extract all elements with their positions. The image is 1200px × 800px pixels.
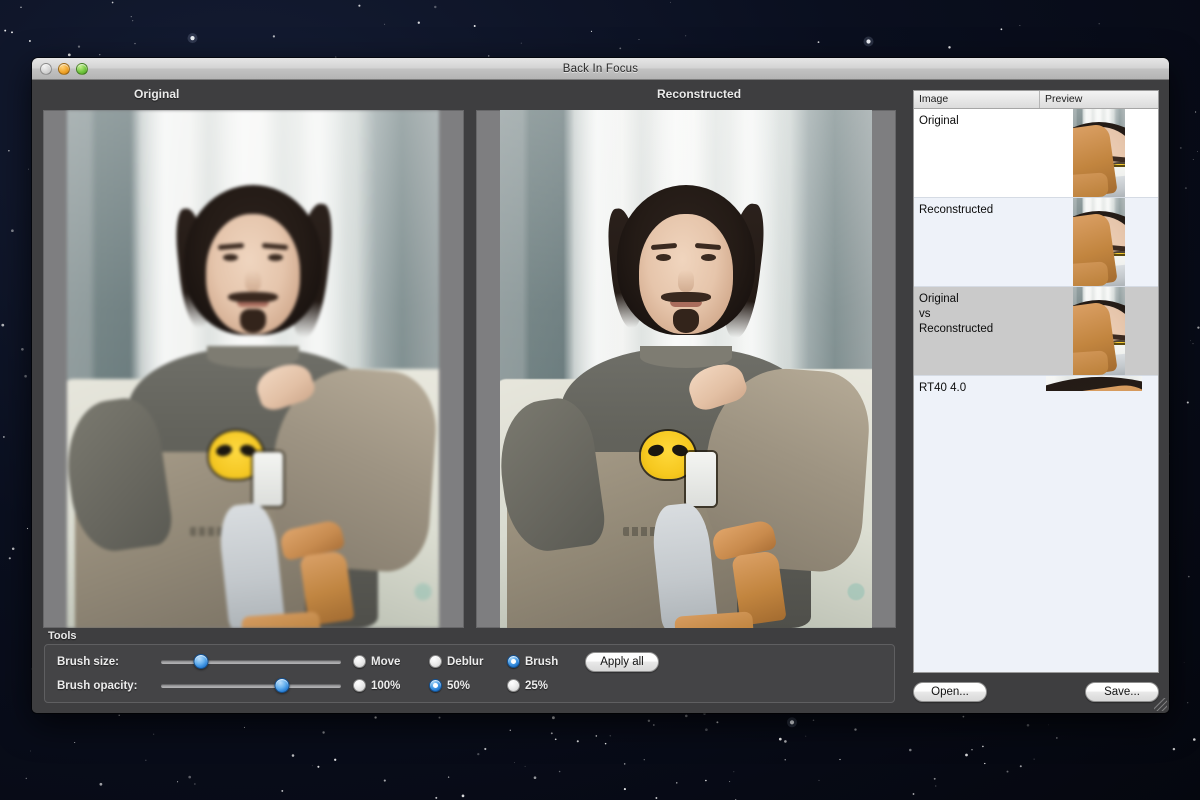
mode-radio-move-label: Move	[371, 655, 401, 668]
radio-dot-icon	[353, 655, 366, 668]
opacity-radio-25[interactable]: 25%	[507, 679, 569, 692]
column-header-preview[interactable]: Preview	[1040, 91, 1158, 108]
opacity-radios: 100% 50% 25%	[353, 679, 569, 692]
original-pane-label: Original	[134, 87, 180, 101]
brush-opacity-label: Brush opacity:	[57, 679, 138, 692]
table-row[interactable]: Reconstructed	[914, 198, 1158, 287]
reconstructed-pane-label: Reconstructed	[657, 87, 742, 101]
column-header-image[interactable]: Image	[914, 91, 1040, 108]
image-list[interactable]: Image Preview Original Reconstructed Ori…	[913, 90, 1159, 673]
pane-label-bar: Original Reconstructed	[32, 80, 907, 110]
table-row[interactable]: Original vs Reconstructed	[914, 287, 1158, 376]
opacity-radio-50[interactable]: 50%	[429, 679, 507, 692]
tools-groupbox: Brush size: Move Deblur Brush Apply all …	[44, 644, 895, 703]
list-item-preview	[1040, 109, 1158, 197]
image-list-header: Image Preview	[914, 91, 1158, 109]
zoom-button[interactable]	[76, 62, 88, 75]
brush-size-row: Brush size: Move Deblur Brush Apply all	[57, 651, 884, 672]
application-window: Back In Focus Original Reconstructed Too…	[32, 58, 1169, 713]
window-title: Back In Focus	[562, 62, 639, 75]
resize-grip[interactable]	[1154, 698, 1167, 711]
mode-radio-deblur-label: Deblur	[447, 655, 484, 668]
radio-dot-icon	[507, 679, 520, 692]
table-row[interactable]: RT40 4.0	[914, 376, 1158, 391]
window-controls	[40, 62, 88, 75]
original-photo	[67, 110, 440, 628]
tools-group-title: Tools	[48, 630, 77, 642]
opacity-radio-25-label: 25%	[525, 679, 549, 692]
image-list-empty-area	[914, 390, 1158, 672]
image-list-sidebar: Image Preview Original Reconstructed Ori…	[907, 80, 1169, 713]
brush-size-label: Brush size:	[57, 655, 119, 668]
mode-radio-brush[interactable]: Brush	[507, 655, 569, 668]
list-item-preview	[1040, 376, 1158, 391]
close-button[interactable]	[40, 62, 52, 75]
radio-dot-icon	[507, 655, 520, 668]
brush-size-track	[161, 659, 341, 664]
list-item-label: Original	[919, 115, 959, 127]
brush-size-slider[interactable]	[161, 653, 341, 670]
mode-radio-brush-label: Brush	[525, 655, 559, 668]
radio-dot-icon	[353, 679, 366, 692]
list-item-label: Reconstructed	[919, 204, 994, 216]
window-titlebar[interactable]: Back In Focus	[32, 58, 1169, 80]
brush-opacity-knob[interactable]	[274, 677, 290, 693]
brush-opacity-track	[161, 683, 341, 688]
sidebar-buttons: Open... Save...	[913, 673, 1159, 703]
brush-opacity-row: Brush opacity: 100% 50% 25%	[57, 677, 884, 694]
radio-dot-icon	[429, 655, 442, 668]
tools-area: Tools Brush size: Move Deblur Brush Appl…	[32, 628, 907, 713]
image-viewers	[32, 110, 907, 628]
opacity-radio-50-label: 50%	[447, 679, 471, 692]
desktop-background: Back In Focus Original Reconstructed Too…	[0, 0, 1200, 800]
opacity-radio-100-label: 100%	[371, 679, 401, 692]
list-item-label: Original vs Reconstructed	[919, 293, 994, 335]
minimize-button[interactable]	[58, 62, 70, 75]
list-item-preview	[1040, 198, 1158, 286]
original-image-viewer[interactable]	[43, 110, 464, 628]
preview-thumbnail	[1073, 109, 1125, 197]
radio-dot-icon	[429, 679, 442, 692]
save-button[interactable]: Save...	[1085, 682, 1159, 702]
brush-opacity-slider[interactable]	[161, 677, 341, 694]
preview-thumbnail	[1073, 198, 1125, 286]
brush-size-knob[interactable]	[193, 653, 209, 669]
preview-thumbnail	[1073, 287, 1125, 375]
tool-mode-radios: Move Deblur Brush	[353, 655, 569, 668]
table-row[interactable]: Original	[914, 109, 1158, 198]
window-body: Original Reconstructed Tools Brush size:…	[32, 80, 1169, 713]
mode-radio-move[interactable]: Move	[353, 655, 429, 668]
image-workspace: Original Reconstructed Tools Brush size:…	[32, 80, 907, 713]
mode-radio-deblur[interactable]: Deblur	[429, 655, 507, 668]
list-item-preview	[1040, 287, 1158, 375]
list-item-label: RT40 4.0	[919, 382, 967, 391]
open-button[interactable]: Open...	[913, 682, 987, 702]
reconstructed-image-viewer[interactable]	[475, 110, 896, 628]
image-list-body: Original Reconstructed Original vs Recon…	[914, 109, 1158, 391]
reconstructed-photo	[499, 110, 872, 628]
preview-thumbnail	[1046, 376, 1143, 391]
apply-all-button[interactable]: Apply all	[585, 651, 659, 672]
opacity-radio-100[interactable]: 100%	[353, 679, 429, 692]
